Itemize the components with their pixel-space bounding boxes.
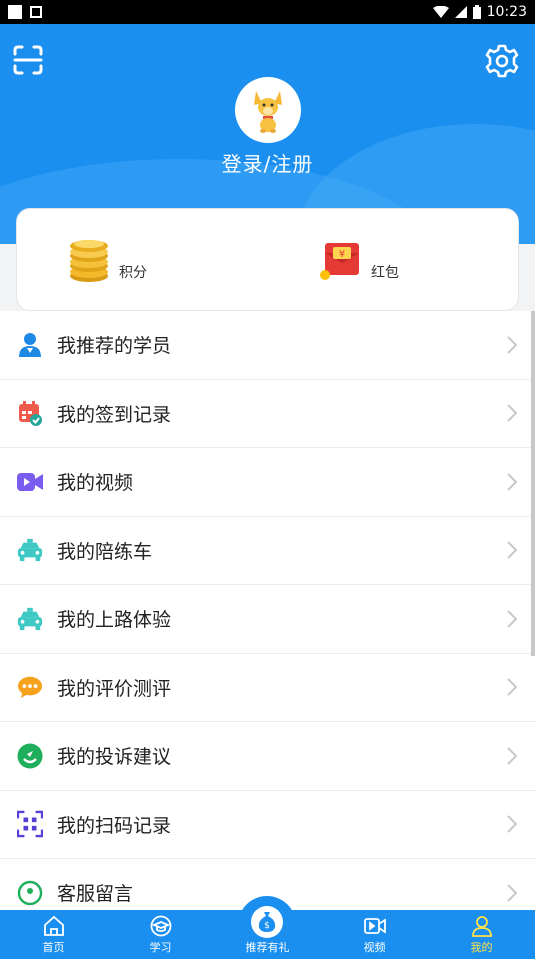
menu-item-my-videos[interactable]: 我的视频 xyxy=(0,448,535,517)
signal-icon xyxy=(454,6,467,18)
svg-text:¥: ¥ xyxy=(339,249,345,260)
status-time: 10:23 xyxy=(486,4,527,20)
tab-label: 学习 xyxy=(149,941,172,954)
wifi-icon xyxy=(432,6,449,18)
menu-item-label: 我的陪练车 xyxy=(57,540,153,563)
chevron-right-icon xyxy=(507,678,517,696)
gear-icon[interactable] xyxy=(485,44,519,78)
tab-label: 推荐有礼 xyxy=(245,941,290,954)
battery-icon xyxy=(472,5,481,19)
tab-video[interactable]: 视频 xyxy=(321,910,428,959)
tab-label: 首页 xyxy=(42,941,65,954)
video-icon xyxy=(17,472,43,491)
login-register-link[interactable]: 登录/注册 xyxy=(0,148,535,177)
wallet-card: 积分 ¥ 红包 xyxy=(16,208,519,311)
chat-bubble-icon xyxy=(17,677,43,699)
tab-label: 我的 xyxy=(470,941,493,954)
menu-item-complaints[interactable]: 我的投诉建议 xyxy=(0,722,535,791)
home-icon xyxy=(43,915,64,936)
study-icon xyxy=(150,915,171,937)
user-icon xyxy=(471,916,492,937)
service-icon xyxy=(17,880,43,905)
feedback-icon xyxy=(17,743,43,769)
qr-scan-icon xyxy=(17,810,43,838)
dog-mascot-icon xyxy=(254,91,282,133)
points-item[interactable]: 积分 xyxy=(67,209,147,312)
car-icon xyxy=(17,607,43,630)
chevron-right-icon xyxy=(507,473,517,491)
tab-mine[interactable]: 我的 xyxy=(428,910,535,959)
tab-label: 视频 xyxy=(363,941,386,954)
coins-icon xyxy=(70,239,108,282)
menu-item-reviews[interactable]: 我的评价测评 xyxy=(0,653,535,722)
menu-item-label: 我的扫码记录 xyxy=(57,814,172,837)
points-label: 积分 xyxy=(119,264,147,281)
menu-item-label: 我的评价测评 xyxy=(57,677,172,700)
menu-item-label: 我的上路体验 xyxy=(57,609,172,632)
menu-item-label: 我推荐的学员 xyxy=(57,335,172,358)
menu-item-recommended-students[interactable]: 我推荐的学员 xyxy=(0,311,535,380)
menu-item-road-experience[interactable]: 我的上路体验 xyxy=(0,585,535,654)
tab-home[interactable]: 首页 xyxy=(0,910,107,959)
avatar[interactable] xyxy=(235,77,301,143)
red-envelope-item[interactable]: ¥ 红包 xyxy=(319,209,399,312)
red-envelope-icon: ¥ xyxy=(320,242,359,280)
menu-item-practice-car[interactable]: 我的陪练车 xyxy=(0,516,535,585)
menu-item-label: 我的视频 xyxy=(57,472,134,495)
tab-study[interactable]: 学习 xyxy=(107,910,214,959)
status-bar: 10:23 xyxy=(0,0,535,24)
chevron-right-icon xyxy=(507,747,517,765)
referral-center-button[interactable]: $ xyxy=(251,906,283,938)
scan-icon[interactable] xyxy=(12,44,44,76)
chevron-right-icon xyxy=(507,884,517,902)
student-icon xyxy=(19,332,41,357)
svg-text:$: $ xyxy=(264,921,270,931)
money-bag-icon: $ xyxy=(258,912,276,932)
menu-item-scan-records[interactable]: 我的扫码记录 xyxy=(0,790,535,859)
notification-icon xyxy=(8,5,22,19)
calendar-check-icon xyxy=(19,401,42,427)
chevron-right-icon xyxy=(507,815,517,833)
chevron-right-icon xyxy=(507,610,517,628)
menu-list: 我推荐的学员 我的签到记录 我的视频 我的陪练车 我的上路体验 我的评价测评 我… xyxy=(0,311,535,928)
chevron-right-icon xyxy=(507,404,517,422)
notification-icon xyxy=(30,6,42,18)
car-icon xyxy=(17,539,43,562)
menu-item-checkin-records[interactable]: 我的签到记录 xyxy=(0,379,535,448)
chevron-right-icon xyxy=(507,336,517,354)
chevron-right-icon xyxy=(507,541,517,559)
video-tab-icon xyxy=(363,918,386,934)
menu-item-label: 我的投诉建议 xyxy=(57,746,172,769)
red-envelope-label: 红包 xyxy=(371,264,399,281)
scrollbar[interactable] xyxy=(531,311,535,656)
menu-item-label: 我的签到记录 xyxy=(57,403,172,426)
menu-item-label: 客服留言 xyxy=(57,883,134,906)
